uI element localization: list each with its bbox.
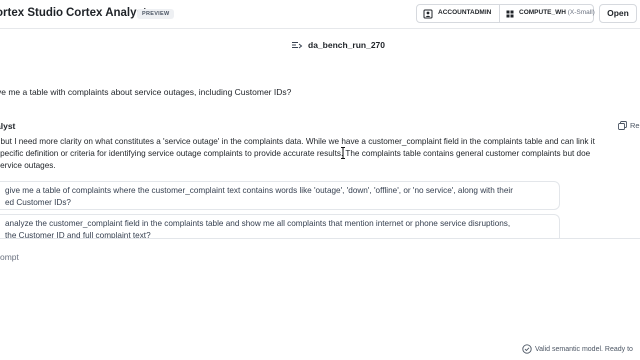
warehouse-name: COMPUTE_WH (X-Small) <box>519 9 595 16</box>
reply-line: service outages. <box>0 161 56 170</box>
check-circle-icon <box>522 344 532 354</box>
suggested-question-1[interactable]: give me a table of complaints where the … <box>0 181 560 210</box>
chat-thread-icon <box>292 42 303 49</box>
prompt-input[interactable]: ompt <box>0 238 640 326</box>
user-badge-icon <box>423 9 433 19</box>
copy-icon <box>618 121 627 130</box>
warehouse-size: (X-Small) <box>567 9 595 16</box>
open-button[interactable]: Open <box>599 4 637 23</box>
context-selector[interactable]: ACCOUNTADMIN COMPUTE_WH (X-Small) <box>416 4 595 23</box>
copy-label: Re <box>630 121 640 130</box>
analyst-label: alyst <box>0 121 16 131</box>
user-message: ve me a table with complaints about serv… <box>0 87 292 97</box>
app-title: Cortex Analyst <box>66 7 147 19</box>
reply-line: specific definition or criteria for iden… <box>0 149 591 158</box>
analyst-reply: , but I need more clarity on what consti… <box>0 136 640 172</box>
top-bar: ortex Studio Cortex Analyst PREVIEW ACCO… <box>0 0 640 29</box>
role-selector[interactable]: ACCOUNTADMIN <box>417 5 500 22</box>
suggested-question-2[interactable]: analyze the customer_complaint field in … <box>0 214 560 240</box>
role-name: ACCOUNTADMIN <box>438 9 492 16</box>
text-cursor-icon <box>341 147 345 159</box>
prompt-placeholder: ompt <box>0 252 19 262</box>
preview-badge: PREVIEW <box>137 9 175 19</box>
warehouse-icon <box>506 10 514 18</box>
conversation-title: da_bench_run_270 <box>308 40 386 50</box>
suggestion-line: analyze the customer_complaint field in … <box>5 219 511 228</box>
suggestion-line: give me a table of complaints where the … <box>5 186 513 195</box>
studio-brand[interactable]: ortex Studio <box>0 7 63 19</box>
model-status-text: Valid semantic model. Ready to <box>535 346 633 353</box>
suggestion-line: ed Customer IDs? <box>5 197 71 207</box>
status-bar: Valid semantic model. Ready to <box>0 325 640 360</box>
reply-line: , but I need more clarity on what consti… <box>0 137 595 146</box>
